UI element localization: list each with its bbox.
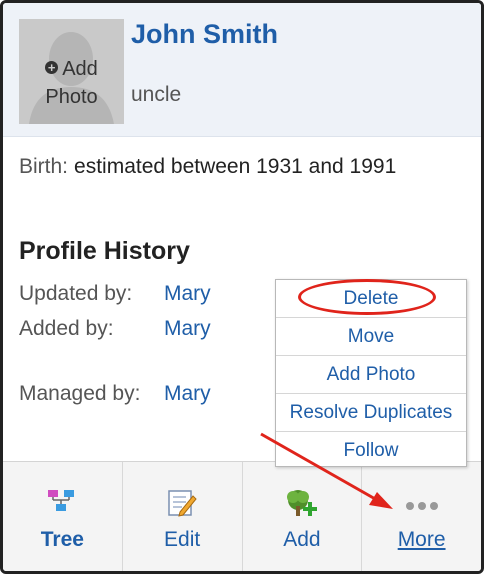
profile-panel: + Add Photo John Smith uncle Birth: estima…: [0, 0, 484, 574]
bottom-toolbar: Tree Edit Add More: [3, 461, 481, 571]
toolbar-edit-button[interactable]: Edit: [123, 462, 243, 571]
profile-relation: uncle: [131, 83, 182, 106]
menu-item-add-photo[interactable]: Add Photo: [276, 356, 466, 394]
edit-icon: [168, 490, 197, 517]
toolbar-more-label: More: [397, 528, 446, 551]
history-label: Updated by:: [19, 282, 133, 305]
profile-header: + Add Photo John Smith uncle: [3, 3, 481, 137]
menu-item-resolve-duplicates[interactable]: Resolve Duplicates: [276, 394, 466, 432]
birth-value: estimated between 1931 and 1991: [74, 155, 397, 178]
add-photo-text-line1: Add: [62, 58, 98, 80]
toolbar-add-label: Add: [283, 528, 321, 551]
toolbar-more-button[interactable]: More: [362, 462, 481, 571]
toolbar-add-button[interactable]: Add: [243, 462, 363, 571]
profile-name[interactable]: John Smith: [131, 19, 278, 50]
more-dots-icon: [405, 502, 438, 510]
history-user-link[interactable]: Mary: [164, 317, 211, 341]
history-user-link[interactable]: Mary: [164, 382, 211, 406]
birth-row: Birth: estimated between 1931 and 1991: [19, 155, 396, 179]
menu-item-follow[interactable]: Follow: [276, 432, 466, 469]
add-photo-placeholder[interactable]: + Add Photo: [19, 19, 124, 124]
tree-icon: [48, 490, 75, 511]
add-photo-text-line2: Photo: [45, 86, 98, 108]
birth-label: Birth:: [19, 155, 69, 178]
history-label: Added by:: [19, 317, 114, 340]
menu-item-delete[interactable]: Delete: [276, 280, 466, 318]
toolbar-tree-button[interactable]: Tree: [3, 462, 123, 571]
profile-history-title: Profile History: [19, 237, 190, 265]
toolbar-tree-label: Tree: [40, 528, 84, 551]
plus-icon: +: [45, 61, 59, 75]
history-row-added: Added by: Mary: [19, 317, 211, 341]
history-user-link[interactable]: Mary: [164, 282, 211, 306]
toolbar-edit-label: Edit: [164, 528, 201, 551]
menu-item-move[interactable]: Move: [276, 318, 466, 356]
history-row-updated: Updated by: Mary: [19, 282, 211, 306]
add-person-icon: [286, 490, 317, 516]
history-label: Managed by:: [19, 382, 141, 405]
add-photo-label: + Add Photo: [19, 55, 124, 111]
more-dropdown-menu: Delete Move Add Photo Resolve Duplicates…: [275, 279, 467, 467]
history-row-managed: Managed by: Mary: [19, 382, 211, 406]
